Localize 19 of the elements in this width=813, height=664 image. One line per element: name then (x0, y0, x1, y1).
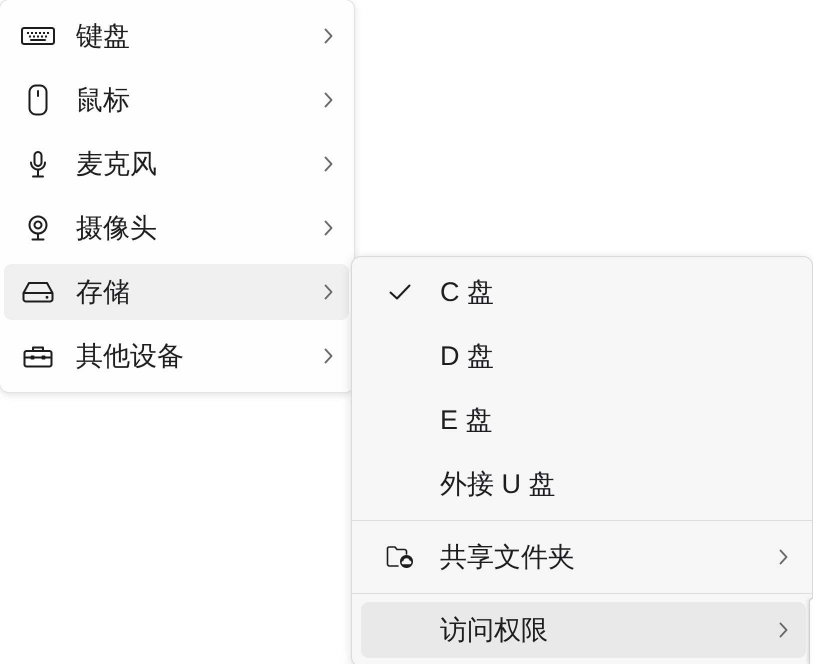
menu-item[interactable]: 外接 U 盘 (361, 456, 806, 512)
menu-item[interactable]: 其他设备 (4, 328, 349, 384)
menu-item[interactable]: D 盘 (361, 328, 806, 384)
menu-item[interactable]: 键盘 (4, 8, 349, 64)
menu-item[interactable]: 访问权限 (361, 602, 806, 658)
hard-drive-icon (22, 281, 54, 303)
microphone-icon (29, 150, 47, 178)
mouse-icon (28, 84, 48, 116)
menu-item[interactable]: 摄像头 (4, 200, 349, 256)
menu-item[interactable]: E 盘 (361, 392, 806, 448)
webcam-icon (27, 215, 49, 241)
menu-item[interactable]: 麦克风 (4, 136, 349, 192)
menu-item[interactable]: 存储 (4, 264, 349, 320)
folder-cloud-icon (386, 545, 414, 569)
menu-item[interactable]: C 盘 (361, 264, 806, 320)
toolbox-icon (23, 344, 53, 368)
menu-item[interactable]: 共享文件夹 (361, 529, 806, 585)
menu-item[interactable]: 鼠标 (4, 72, 349, 128)
keyboard-icon (21, 27, 55, 45)
